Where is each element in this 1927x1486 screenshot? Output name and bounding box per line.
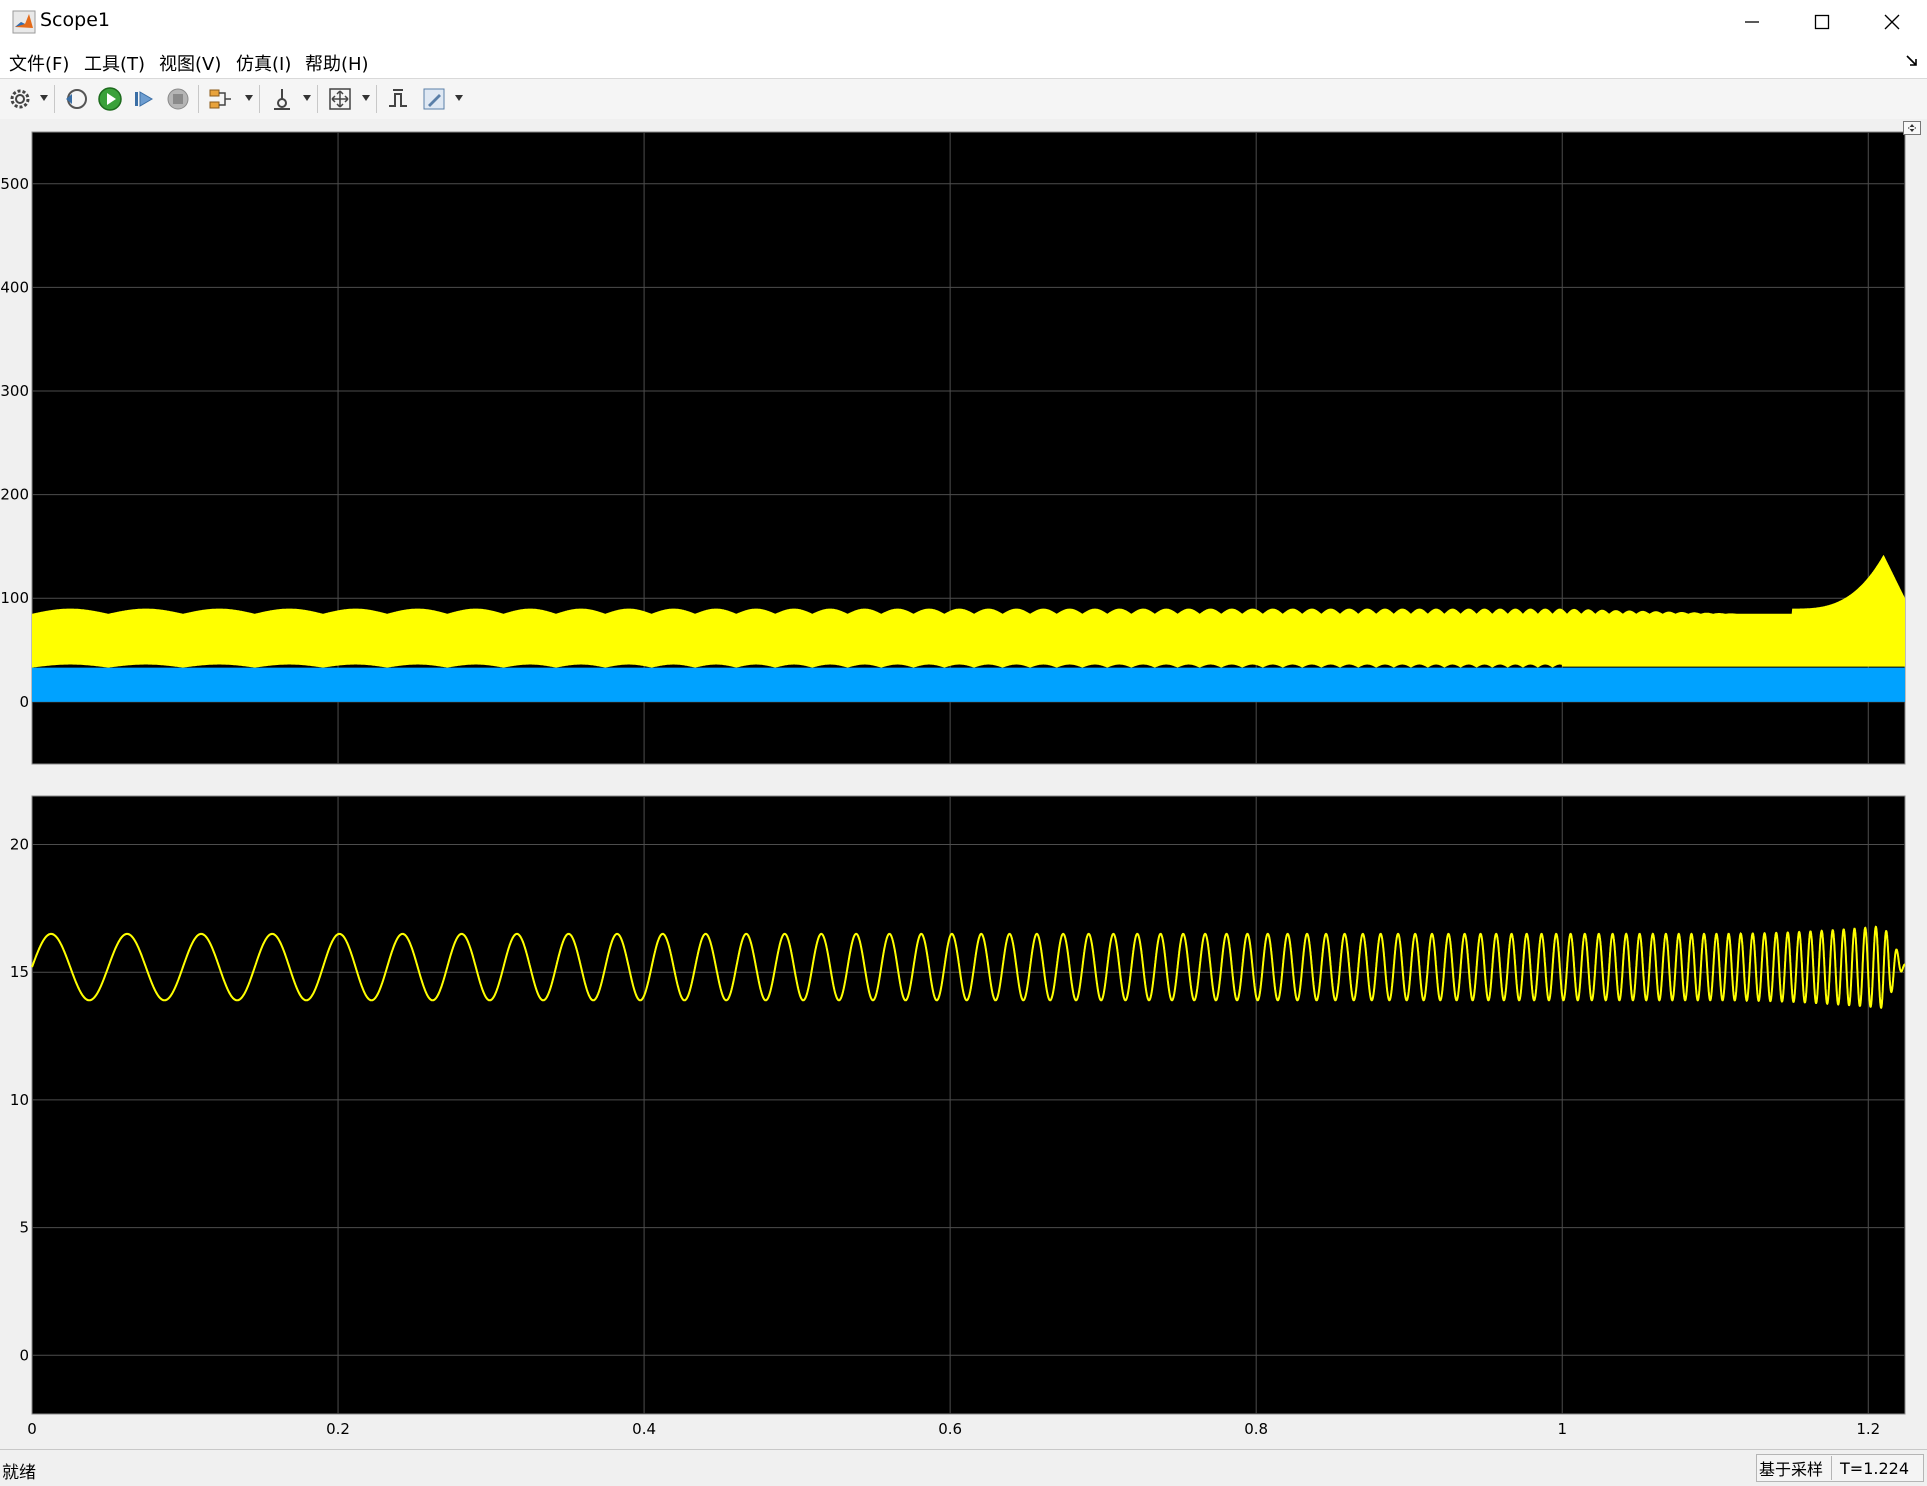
zoom-axes-icon[interactable] bbox=[327, 86, 353, 112]
y-tick-label: 0 bbox=[19, 1346, 29, 1364]
x-tick-label: 0 bbox=[27, 1420, 37, 1438]
y-tick-label: 0 bbox=[19, 693, 29, 711]
scope-plots[interactable]: 0100200300400500051015200 0.2 0.4 0.6 0.8 1 1.… bbox=[0, 119, 1927, 1449]
toolbar-separator bbox=[376, 85, 377, 113]
y-tick-label: 500 bbox=[0, 175, 29, 193]
y-tick-label: 5 bbox=[19, 1219, 29, 1237]
toolbar bbox=[0, 78, 1927, 120]
edit-dropdown-icon[interactable] bbox=[455, 95, 463, 101]
status-info-box: 基于采样 T=1.224 bbox=[1756, 1454, 1924, 1482]
menu-simulation[interactable]: 仿真(I) bbox=[236, 50, 291, 76]
scope-plot-area: 0 100 200 300 400 500 0 5 10 15 20 0 0.2 0.4 0.6 0.8 1 1.… bbox=[0, 119, 1927, 1449]
y-tick-label: 100 bbox=[0, 589, 29, 607]
trigger-dropdown-icon[interactable] bbox=[303, 95, 311, 101]
minimize-icon bbox=[1745, 21, 1759, 23]
sim-time-text: T=1.224 bbox=[1840, 1458, 1909, 1478]
menu-bar: 文件(F) 工具(T) 视图(V) 仿真(I) 帮助(H) bbox=[0, 44, 1927, 78]
x-tick-label: 0.2 bbox=[326, 1420, 350, 1438]
menu-view[interactable]: 视图(V) bbox=[159, 50, 221, 76]
maximize-icon bbox=[1814, 14, 1830, 30]
stop-icon[interactable] bbox=[165, 86, 191, 112]
window-title: Scope1 bbox=[40, 9, 110, 31]
close-icon bbox=[1884, 14, 1900, 30]
series-blue-band bbox=[32, 667, 1905, 702]
x-tick-label: 1.2 bbox=[1856, 1420, 1880, 1438]
menu-tools[interactable]: 工具(T) bbox=[84, 50, 145, 76]
status-bar: 就绪 基于采样 T=1.224 bbox=[0, 1449, 1927, 1486]
x-tick-label: 0.8 bbox=[1244, 1420, 1268, 1438]
toolbar-separator bbox=[317, 85, 318, 113]
x-tick-label: 0.4 bbox=[632, 1420, 656, 1438]
signal-selector-dropdown-icon[interactable] bbox=[245, 95, 253, 101]
run-icon[interactable] bbox=[97, 86, 123, 112]
settings-dropdown-icon[interactable] bbox=[40, 95, 48, 101]
close-button[interactable] bbox=[1857, 0, 1927, 44]
toolbar-separator bbox=[198, 85, 199, 113]
plot-axes-2[interactable] bbox=[31, 795, 1906, 1415]
step-forward-icon[interactable] bbox=[131, 86, 157, 112]
y-tick-label: 15 bbox=[10, 963, 29, 981]
signal-selector-icon[interactable] bbox=[207, 86, 233, 112]
status-ready-text: 就绪 bbox=[2, 1463, 36, 1483]
zoom-dropdown-icon[interactable] bbox=[362, 95, 370, 101]
edit-icon[interactable] bbox=[421, 86, 447, 112]
y-tick-label: 300 bbox=[0, 382, 29, 400]
sample-mode-text: 基于采样 bbox=[1757, 1456, 1833, 1480]
toolbar-separator bbox=[54, 85, 55, 113]
settings-icon[interactable] bbox=[7, 86, 33, 112]
style-icon[interactable] bbox=[385, 86, 411, 112]
undock-icon[interactable] bbox=[1903, 121, 1921, 135]
step-back-icon[interactable] bbox=[63, 86, 89, 112]
maximize-button[interactable] bbox=[1787, 0, 1857, 44]
toolbar-separator bbox=[259, 85, 260, 113]
y-tick-label: 20 bbox=[10, 836, 29, 854]
minimize-button[interactable] bbox=[1717, 0, 1787, 44]
y-tick-label: 400 bbox=[0, 278, 29, 296]
trigger-icon[interactable] bbox=[269, 86, 295, 112]
y-tick-label: 200 bbox=[0, 486, 29, 504]
dock-arrow-icon[interactable] bbox=[1905, 54, 1919, 68]
y-tick-label: 10 bbox=[10, 1091, 29, 1109]
x-tick-label: 0.6 bbox=[938, 1420, 962, 1438]
menu-help[interactable]: 帮助(H) bbox=[305, 50, 369, 76]
title-bar: Scope1 bbox=[0, 0, 1927, 45]
menu-file[interactable]: 文件(F) bbox=[9, 50, 69, 76]
x-tick-label: 1 bbox=[1557, 1420, 1567, 1438]
matlab-logo-icon bbox=[12, 10, 36, 34]
